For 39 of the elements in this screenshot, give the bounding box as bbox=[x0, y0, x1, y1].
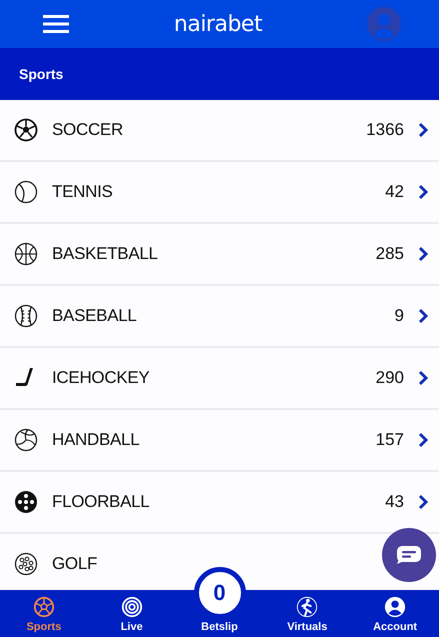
event-count: 290 bbox=[376, 368, 404, 388]
sport-name: SOCCER bbox=[52, 120, 123, 140]
tennis-ball-icon bbox=[14, 180, 38, 204]
event-count: 9 bbox=[394, 306, 404, 326]
chevron-right-icon bbox=[418, 308, 428, 324]
chevron-right-icon bbox=[418, 432, 428, 448]
chevron-right-icon bbox=[418, 494, 428, 510]
event-count: 157 bbox=[376, 430, 404, 450]
chevron-right-icon bbox=[418, 184, 428, 200]
chevron-right-icon bbox=[418, 370, 428, 386]
sport-name: ICEHOCKEY bbox=[52, 368, 150, 388]
floorball-icon bbox=[14, 490, 38, 514]
chevron-right-icon bbox=[418, 122, 428, 138]
basketball-icon bbox=[14, 242, 38, 266]
event-count: 285 bbox=[376, 244, 404, 264]
baseball-icon bbox=[14, 304, 38, 328]
nav-tab[interactable]: Betslip bbox=[176, 619, 264, 637]
nav-tab[interactable]: Live bbox=[88, 590, 176, 637]
live-target-icon bbox=[120, 596, 143, 618]
nav-tab[interactable]: Sports bbox=[0, 590, 88, 637]
sport-name: BASEBALL bbox=[52, 306, 137, 326]
sport-name: FLOORBALL bbox=[52, 492, 150, 512]
chat-icon bbox=[396, 545, 422, 565]
sport-name: GOLF bbox=[52, 554, 98, 574]
logo[interactable]: nairabet bbox=[174, 12, 262, 36]
chevron-right-icon bbox=[418, 246, 428, 262]
nav-tab[interactable]: Account bbox=[351, 590, 439, 637]
event-count: 42 bbox=[385, 182, 404, 202]
section-title: Sports bbox=[19, 66, 64, 82]
account-icon bbox=[384, 596, 406, 618]
sport-name: BASKETBALL bbox=[52, 244, 158, 264]
sport-name: TENNIS bbox=[52, 182, 113, 202]
golf-ball-icon bbox=[14, 552, 38, 576]
sport-name: HANDBALL bbox=[52, 430, 140, 450]
nav-tab[interactable]: Virtuals bbox=[263, 590, 352, 637]
event-count: 43 bbox=[385, 492, 404, 512]
menu-icon[interactable] bbox=[43, 14, 69, 34]
event-count: 1366 bbox=[366, 120, 404, 140]
volleyball-icon bbox=[14, 428, 38, 452]
